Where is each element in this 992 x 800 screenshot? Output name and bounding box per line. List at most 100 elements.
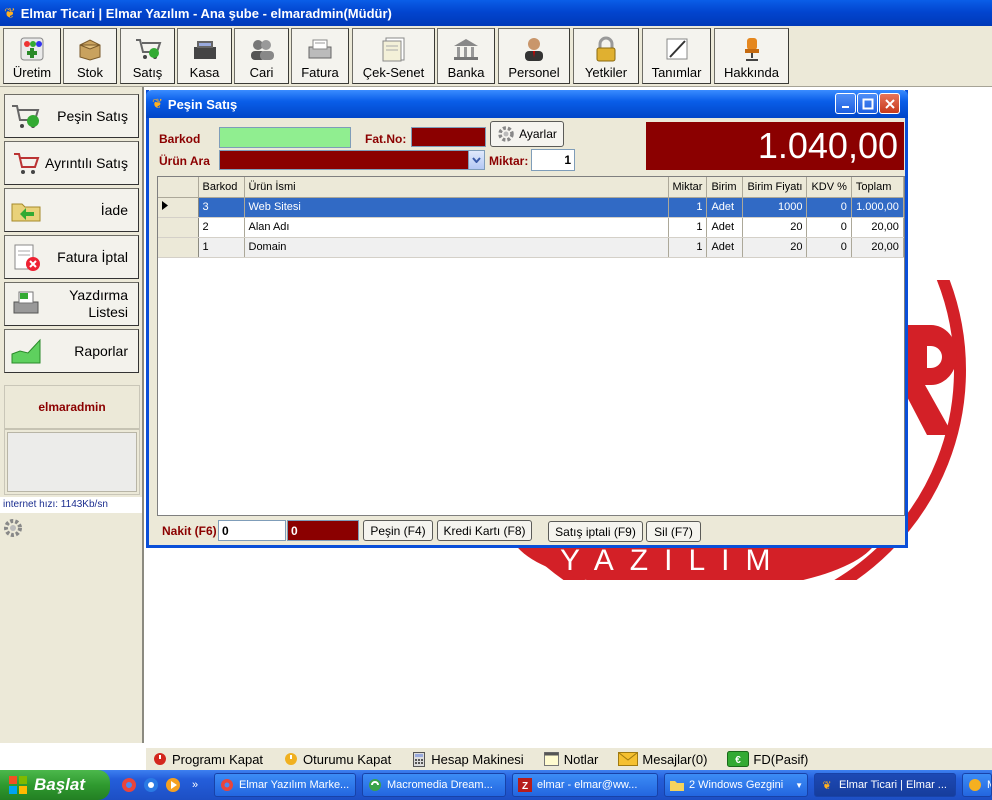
user-info-box bbox=[7, 432, 137, 492]
start-button[interactable]: Başlat bbox=[0, 770, 110, 800]
row-selector-icon[interactable] bbox=[158, 197, 199, 218]
chevron-right-icon[interactable]: » bbox=[186, 776, 204, 794]
grid-row-header-corner bbox=[158, 177, 199, 198]
toolbar-cari-button[interactable]: Cari bbox=[234, 28, 289, 84]
close-button[interactable] bbox=[879, 93, 900, 114]
barkod-input[interactable] bbox=[219, 127, 351, 148]
fd-pasif-button[interactable]: € FD(Pasif) bbox=[727, 751, 808, 767]
gear-icon bbox=[497, 125, 515, 143]
taskbar-item-other[interactable]: M bbox=[962, 773, 992, 797]
cheque-icon bbox=[379, 35, 409, 63]
row-selector[interactable] bbox=[158, 237, 199, 258]
column-header-kdv[interactable]: KDV % bbox=[806, 177, 852, 198]
taskbar-item-windows-explorer[interactable]: 2 Windows Gezgini ▼ bbox=[664, 773, 808, 797]
urun-ara-select[interactable] bbox=[219, 150, 485, 170]
hesap-makinesi-button[interactable]: Hesap Makinesi bbox=[411, 751, 524, 767]
report-chart-icon bbox=[9, 334, 43, 368]
logoff-icon bbox=[283, 751, 299, 767]
miktar-input[interactable] bbox=[531, 149, 575, 171]
toolbar-hakkinda-button[interactable]: Hakkında bbox=[714, 28, 789, 84]
fatno-input[interactable] bbox=[411, 127, 486, 147]
programi-kapat-button[interactable]: Programı Kapat bbox=[152, 751, 263, 767]
app-logo-icon: ❦ bbox=[152, 96, 163, 111]
cell-birim: Adet bbox=[706, 197, 744, 218]
oturumu-kapat-button[interactable]: Oturumu Kapat bbox=[283, 751, 391, 767]
table-row[interactable]: 1 Domain 1 Adet 20 0 20,00 bbox=[158, 237, 904, 258]
sidebar-item-fatura-iptal[interactable]: Fatura İptal bbox=[4, 235, 139, 279]
toolbar-uretim-button[interactable]: Üretim bbox=[3, 28, 61, 84]
toolbar-satis-button[interactable]: Satış bbox=[120, 28, 175, 84]
sidebar-item-raporlar[interactable]: Raporlar bbox=[4, 329, 139, 373]
ie-icon[interactable] bbox=[142, 776, 160, 794]
taskbar-item-filezilla[interactable]: Z elmar - elmar@ww... bbox=[512, 773, 658, 797]
grid-header-row: Barkod Ürün İsmi Miktar Birim Birim Fiya… bbox=[158, 177, 904, 198]
pesin-f4-button[interactable]: Peşin (F4) bbox=[363, 520, 433, 541]
chrome-icon bbox=[219, 777, 235, 793]
toolbar-yetkiler-button[interactable]: Yetkiler bbox=[573, 28, 639, 84]
envelope-icon bbox=[618, 751, 639, 767]
power-icon bbox=[152, 751, 168, 767]
row-selector[interactable] bbox=[158, 217, 199, 238]
sidebar-item-yazdirma-listesi[interactable]: Yazdırma Listesi bbox=[4, 282, 139, 326]
toolbar-kasa-button[interactable]: Kasa bbox=[177, 28, 232, 84]
miktar-label: Miktar: bbox=[489, 154, 529, 168]
media-player-icon[interactable] bbox=[164, 776, 182, 794]
taskbar-item-chrome[interactable]: Elmar Yazılım Marke... bbox=[214, 773, 356, 797]
window-title-bar[interactable]: ❦ Peşin Satış bbox=[146, 90, 908, 118]
taskbar-item-dreamweaver[interactable]: Macromedia Dream... bbox=[362, 773, 506, 797]
ayarlar-button[interactable]: Ayarlar bbox=[490, 121, 564, 147]
user-panel: elmaradmin bbox=[4, 385, 140, 495]
sales-grid: Barkod Ürün İsmi Miktar Birim Birim Fiya… bbox=[157, 176, 905, 516]
cell-birim-fiyati: 20 bbox=[742, 217, 808, 238]
chevron-down-icon: ▼ bbox=[795, 780, 803, 790]
nakit-input[interactable] bbox=[218, 520, 286, 541]
cell-toplam: 20,00 bbox=[851, 217, 904, 238]
cell-toplam: 20,00 bbox=[851, 237, 904, 258]
sil-f7-button[interactable]: Sil (F7) bbox=[646, 521, 701, 542]
toolbar-fatura-button[interactable]: Fatura bbox=[291, 28, 349, 84]
column-header-birim-fiyati[interactable]: Birim Fiyatı bbox=[742, 177, 808, 198]
column-header-birim[interactable]: Birim bbox=[706, 177, 744, 198]
app-logo-icon: ❦ bbox=[822, 779, 832, 792]
sidebar-item-iade[interactable]: İade bbox=[4, 188, 139, 232]
minimize-button[interactable] bbox=[835, 93, 856, 114]
toolbar-personel-button[interactable]: Personel bbox=[498, 28, 570, 84]
toolbar-stok-button[interactable]: Stok bbox=[63, 28, 117, 84]
lock-icon bbox=[591, 35, 621, 63]
notlar-button[interactable]: Notlar bbox=[544, 751, 598, 767]
maximize-button[interactable] bbox=[857, 93, 878, 114]
satis-iptali-f9-button[interactable]: Satış iptali (F9) bbox=[548, 521, 643, 542]
sidebar-item-pesin-satis[interactable]: Peşin Satış bbox=[4, 94, 139, 138]
taskbar-item-elmar-ticari[interactable]: ❦ Elmar Ticari | Elmar ... bbox=[814, 773, 956, 797]
users-icon bbox=[247, 35, 277, 63]
chrome-icon[interactable] bbox=[120, 776, 138, 794]
column-header-barkod[interactable]: Barkod bbox=[198, 177, 245, 198]
column-header-toplam[interactable]: Toplam bbox=[851, 177, 904, 198]
left-sidebar: Peşin Satış Ayrıntılı Satış İade Fatura … bbox=[0, 87, 144, 743]
column-header-miktar[interactable]: Miktar bbox=[668, 177, 708, 198]
urun-ara-label: Ürün Ara bbox=[159, 154, 210, 168]
chair-icon bbox=[737, 35, 767, 63]
toolbar-tanimlar-button[interactable]: Tanımlar bbox=[642, 28, 711, 84]
mesajlar-button[interactable]: Mesajlar(0) bbox=[618, 751, 707, 767]
cell-toplam: 1.000,00 bbox=[851, 197, 904, 218]
table-row[interactable]: 3 Web Sitesi 1 Adet 1000 0 1.000,00 bbox=[158, 197, 904, 218]
chevron-down-icon[interactable] bbox=[468, 151, 484, 169]
kredi-karti-f8-button[interactable]: Kredi Kartı (F8) bbox=[437, 520, 532, 541]
toolbar-cek-senet-button[interactable]: Çek-Senet bbox=[352, 28, 435, 84]
para-ustu-field bbox=[287, 520, 359, 541]
cell-miktar: 1 bbox=[668, 197, 708, 218]
toolbar-banka-button[interactable]: Banka bbox=[437, 28, 495, 84]
cell-barkod: 3 bbox=[198, 197, 245, 218]
folder-icon bbox=[669, 777, 685, 793]
invoice-printer-icon bbox=[305, 35, 335, 63]
table-row[interactable]: 2 Alan Adı 1 Adet 20 0 20,00 bbox=[158, 217, 904, 238]
filezilla-icon: Z bbox=[517, 777, 533, 793]
cell-birim: Adet bbox=[706, 237, 744, 258]
sidebar-item-ayrintili-satis[interactable]: Ayrıntılı Satış bbox=[4, 141, 139, 185]
gear-icon[interactable] bbox=[2, 517, 24, 542]
person-icon bbox=[519, 35, 549, 63]
column-header-urun-ismi[interactable]: Ürün İsmi bbox=[244, 177, 669, 198]
pesin-satis-window: ❦ Peşin Satış Barkod Fat.No: Ayarlar Ürü… bbox=[146, 90, 908, 548]
app-logo-icon: ❦ bbox=[4, 4, 16, 21]
